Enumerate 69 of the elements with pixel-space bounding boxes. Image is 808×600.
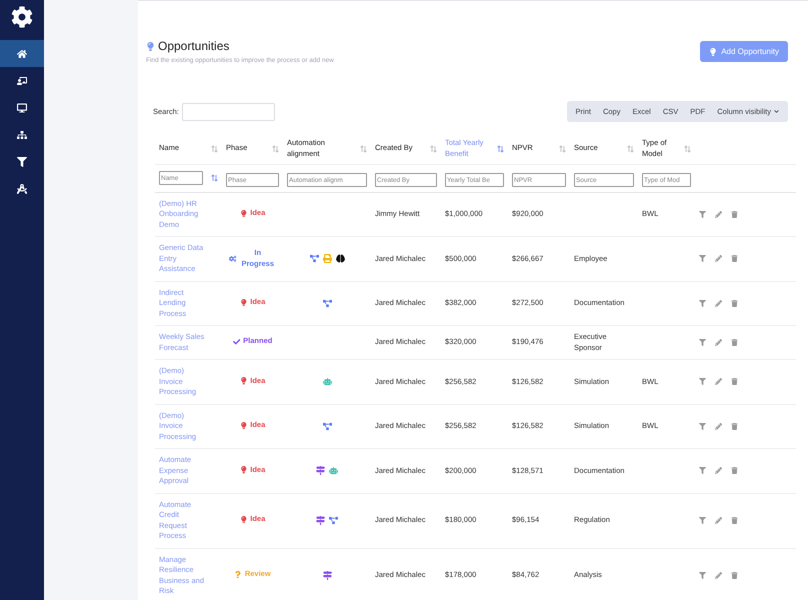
- sort-icon[interactable]: [360, 144, 367, 153]
- delete-icon[interactable]: [731, 300, 738, 307]
- diagram-icon: [310, 254, 318, 264]
- edit-icon[interactable]: [715, 517, 722, 524]
- diagram-icon: [329, 516, 338, 525]
- sort-icon[interactable]: [627, 144, 634, 153]
- presenter-icon: [17, 76, 27, 86]
- sort-icon[interactable]: [211, 144, 218, 153]
- check-icon: [232, 338, 240, 346]
- diagram-icon: [322, 422, 332, 431]
- gear-logo-icon[interactable]: [11, 6, 33, 28]
- filter-icon[interactable]: [699, 572, 706, 579]
- edit-icon[interactable]: [715, 255, 722, 262]
- hierarchy-icon: [17, 130, 27, 140]
- sort-icon[interactable]: [430, 144, 437, 153]
- edit-icon[interactable]: [715, 572, 722, 579]
- sidebar-item[interactable]: [0, 40, 44, 67]
- filter-icon[interactable]: [699, 517, 706, 524]
- compass-icon: [17, 184, 27, 194]
- lightbulb-icon: [240, 516, 248, 524]
- diagram-icon: [322, 298, 332, 308]
- delete-icon[interactable]: [731, 255, 738, 262]
- sort-icon[interactable]: [684, 144, 691, 153]
- signpost-icon: [316, 466, 325, 476]
- edit-icon[interactable]: [715, 378, 722, 386]
- edit-icon[interactable]: [715, 422, 722, 430]
- monitor-icon: [17, 102, 27, 112]
- lightbulb-icon: [240, 422, 248, 429]
- gears-icon: [228, 255, 236, 262]
- robot-icon: [322, 377, 332, 386]
- delete-icon[interactable]: [731, 572, 738, 579]
- brain-icon: [336, 254, 344, 264]
- lightbulb-icon: [709, 48, 718, 56]
- page-title: Opportunities: [158, 39, 230, 53]
- filter-icon[interactable]: [699, 339, 706, 346]
- signpost-icon: [322, 571, 332, 580]
- filter-icon[interactable]: [699, 300, 706, 307]
- filter-icon[interactable]: [699, 378, 706, 386]
- lightbulb-icon: [240, 466, 248, 474]
- sort-icon[interactable]: [272, 144, 279, 153]
- signpost-icon: [316, 516, 325, 525]
- lightbulb-icon: [240, 298, 248, 306]
- delete-icon[interactable]: [731, 378, 738, 386]
- question-icon: [234, 570, 242, 578]
- printer-icon: [322, 254, 332, 264]
- lightbulb-icon: [240, 377, 248, 384]
- delete-icon[interactable]: [731, 339, 738, 346]
- filter-icon: [17, 156, 27, 166]
- edit-icon[interactable]: [715, 300, 722, 307]
- delete-icon[interactable]: [731, 467, 738, 474]
- sort-icon[interactable]: [211, 174, 218, 182]
- home-icon: [17, 48, 27, 58]
- sort-icon[interactable]: [497, 144, 504, 153]
- edit-icon[interactable]: [715, 467, 722, 474]
- filter-icon[interactable]: [699, 255, 706, 262]
- edit-icon[interactable]: [715, 210, 722, 218]
- delete-icon[interactable]: [731, 422, 738, 430]
- delete-icon[interactable]: [731, 517, 738, 524]
- search-field[interactable]: [182, 102, 275, 120]
- delete-icon[interactable]: [731, 210, 738, 218]
- robot-icon: [329, 466, 338, 476]
- filter-icon[interactable]: [699, 467, 706, 474]
- filter-icon[interactable]: [699, 422, 706, 430]
- chevron-down-icon: [774, 109, 779, 114]
- edit-icon[interactable]: [715, 339, 722, 346]
- sort-icon[interactable]: [559, 144, 566, 153]
- filter-icon[interactable]: [699, 210, 706, 218]
- lightbulb-icon: [240, 210, 248, 217]
- lightbulb-icon: [146, 42, 155, 50]
